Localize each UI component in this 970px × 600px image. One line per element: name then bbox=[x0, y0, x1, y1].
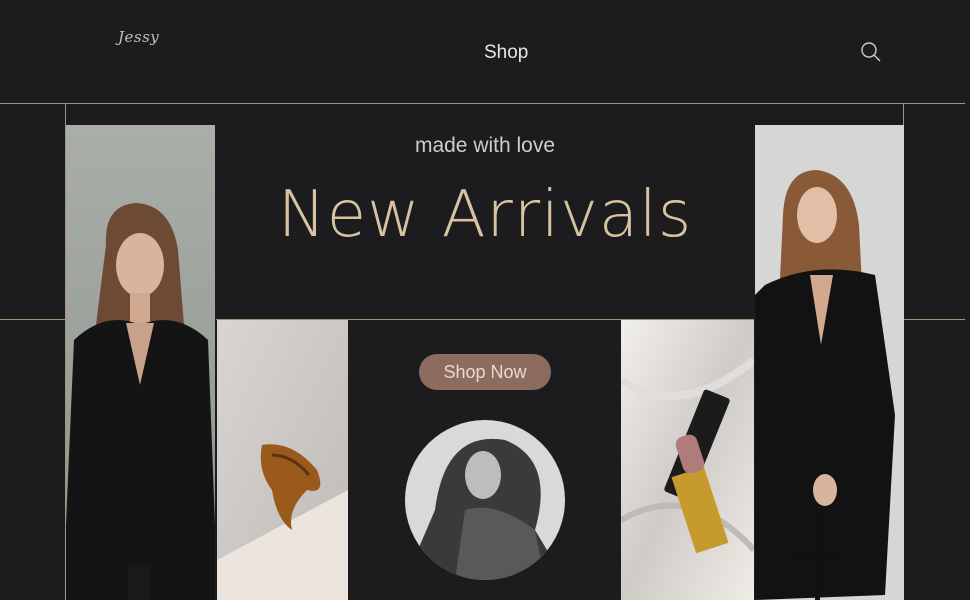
model-photo-right bbox=[755, 125, 904, 600]
hero-headline: New Arrivals bbox=[277, 178, 693, 252]
search-icon[interactable] bbox=[860, 41, 882, 63]
hair-clip-photo bbox=[217, 320, 348, 600]
lipstick-photo bbox=[621, 320, 754, 600]
mid-divider-left bbox=[0, 319, 66, 320]
mid-divider-right bbox=[904, 319, 965, 320]
hero-tagline: made with love bbox=[414, 134, 556, 157]
header-divider bbox=[0, 103, 965, 104]
brand-logo[interactable]: Jessy bbox=[118, 28, 159, 46]
model-photo-circle bbox=[405, 420, 565, 580]
shop-now-button[interactable]: Shop Now bbox=[419, 354, 551, 390]
model-photo-left bbox=[66, 125, 215, 600]
nav-shop-link[interactable]: Shop bbox=[484, 42, 528, 64]
